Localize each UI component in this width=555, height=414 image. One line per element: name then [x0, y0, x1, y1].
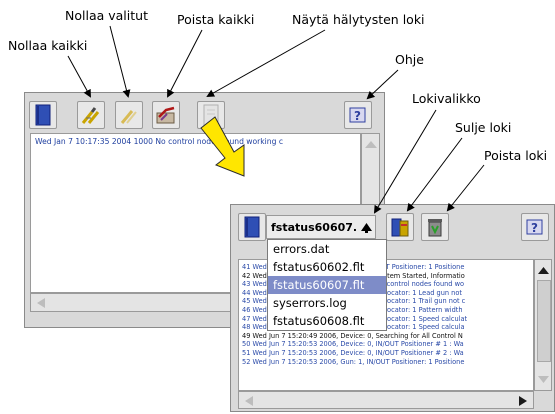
horizontal-scrollbar[interactable] [238, 391, 534, 409]
callout-nollaa-kaikki: Nollaa kaikki [8, 38, 88, 53]
dropdown-item[interactable]: fstatus60602.flt [268, 258, 386, 276]
help-button[interactable]: ? [521, 213, 549, 241]
callout-lokivalikko: Lokivalikko [412, 91, 481, 106]
log-file-dropdown: errors.dat fstatus60602.flt fstatus60607… [267, 239, 387, 331]
book-button[interactable] [238, 213, 266, 241]
log-window: fstatus60607. ? 41 Wed Jun 7 15:20:47 20… [230, 204, 555, 412]
alarm-toolbar: ? [25, 93, 384, 133]
svg-text:?: ? [531, 221, 538, 235]
arrow-nollaa-valitut [109, 25, 131, 98]
delete-all-icon [156, 106, 175, 124]
alarm-log-button[interactable] [197, 101, 225, 129]
alarm-log-icon [203, 104, 219, 126]
svg-text:?: ? [354, 109, 361, 123]
callout-poista-loki: Poista loki [484, 148, 548, 163]
dropdown-item[interactable]: fstatus60608.flt [268, 312, 386, 330]
arrow-nollaa-kaikki [67, 55, 91, 98]
delete-all-button[interactable] [152, 101, 180, 129]
blue-book-icon [244, 216, 260, 238]
log-file-select[interactable]: fstatus60607. [266, 215, 376, 239]
scroll-right-icon[interactable] [516, 394, 530, 408]
reset-all-button[interactable] [77, 101, 105, 129]
help-icon: ? [349, 107, 366, 123]
scroll-left-icon[interactable] [242, 394, 256, 408]
scroll-left-icon[interactable] [34, 296, 48, 310]
help-icon: ? [526, 219, 543, 235]
book-button[interactable] [29, 101, 57, 129]
dropdown-item[interactable]: errors.dat [268, 240, 386, 258]
reset-selected-button[interactable] [115, 101, 143, 129]
dropdown-item-selected[interactable]: fstatus60607.flt [268, 276, 386, 294]
close-log-button[interactable] [386, 213, 414, 241]
callout-ohje: Ohje [395, 52, 424, 67]
log-row[interactable]: 52 Wed Jun 7 15:20:53 2006, Gun: 1, IN/O… [239, 358, 533, 367]
callout-poista-kaikki: Poista kaikki [177, 12, 255, 27]
help-button[interactable]: ? [344, 101, 372, 129]
blue-book-icon [35, 104, 51, 126]
log-row[interactable]: 51 Wed Jun 7 15:20:53 2006, Device: 0, I… [239, 349, 533, 358]
callout-nollaa-valitut: Nollaa valitut [65, 8, 148, 23]
callout-nayta-halytysten-loki: Näytä hälytysten loki [292, 12, 425, 27]
selected-log-file: fstatus60607. [271, 221, 358, 234]
arrow-poista-kaikki [167, 29, 203, 98]
arrow-nayta-halytysten-loki [206, 29, 326, 97]
scroll-down-icon[interactable] [536, 374, 551, 386]
recycle-bin-icon [428, 219, 442, 237]
log-row[interactable]: 50 Wed Jun 7 15:20:53 2006, Device: 0, I… [239, 340, 533, 349]
log-row[interactable]: 49 Wed Jun 7 15:20:49 2006, Device: 0, S… [239, 332, 533, 341]
scroll-thumb[interactable] [537, 280, 551, 362]
callout-sulje-loki: Sulje loki [455, 120, 512, 135]
vertical-scrollbar[interactable] [534, 259, 552, 391]
reset-selected-icon [120, 110, 137, 124]
alarm-log-row[interactable]: Wed Jan 7 10:17:35 2004 1000 No control … [35, 137, 356, 146]
reset-all-icon [81, 107, 100, 124]
delete-log-button[interactable] [421, 213, 449, 241]
scroll-up-icon[interactable] [363, 138, 379, 150]
arrow-sulje-loki [406, 137, 463, 212]
close-log-icon [391, 218, 409, 237]
scroll-up-icon[interactable] [536, 264, 551, 276]
dropdown-up-arrow-icon[interactable] [360, 221, 373, 233]
dropdown-item[interactable]: syserrors.log [268, 294, 386, 312]
